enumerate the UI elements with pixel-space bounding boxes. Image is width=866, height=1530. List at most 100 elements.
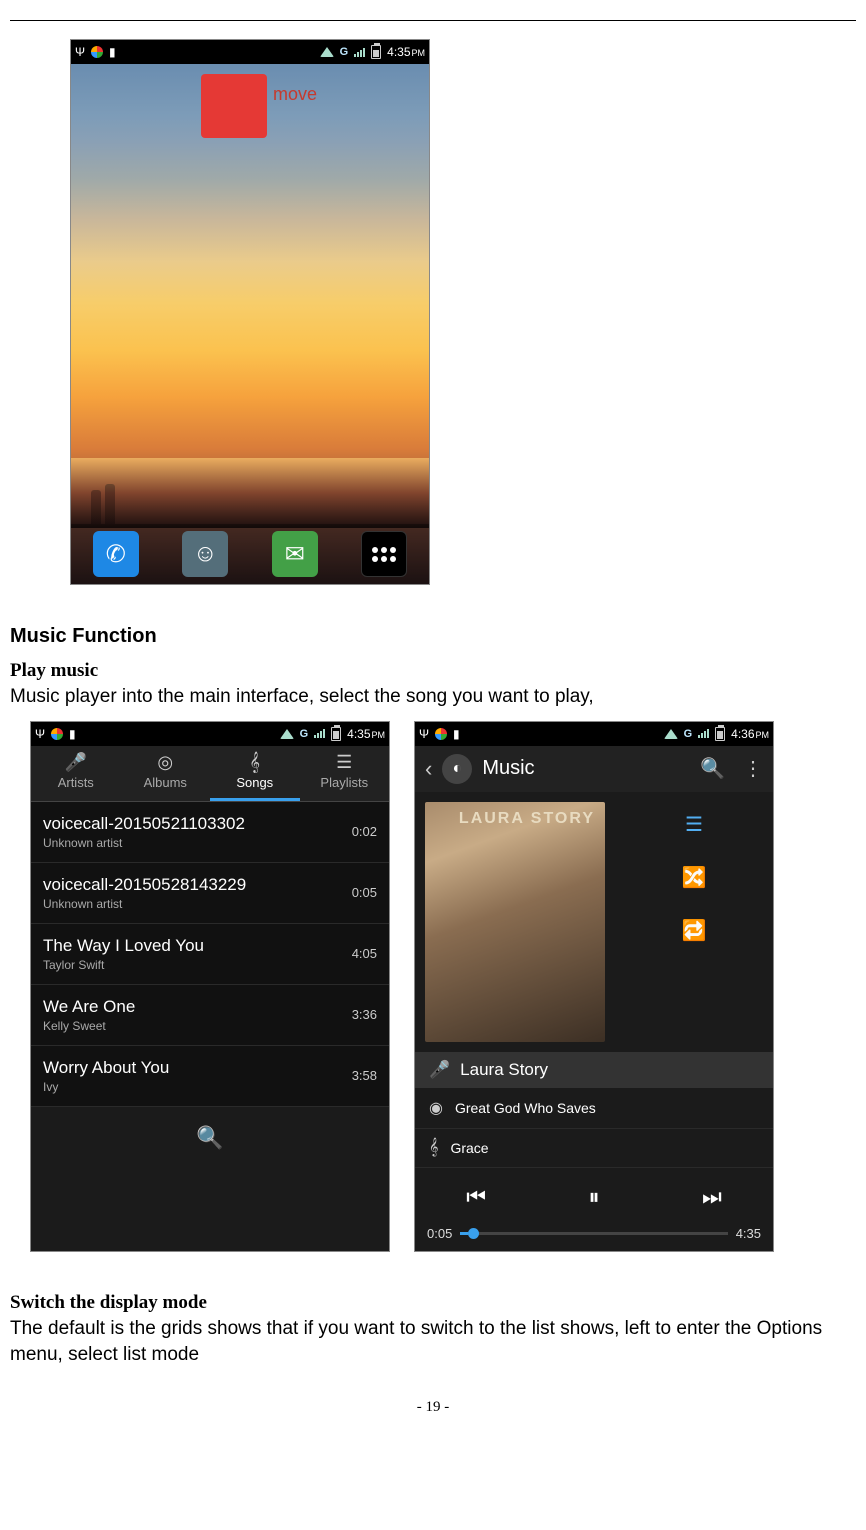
dock-contacts-icon[interactable]: ☺ bbox=[182, 531, 228, 577]
song-artist: Unknown artist bbox=[43, 836, 245, 850]
tab-albums[interactable]: ◎Albums bbox=[121, 746, 211, 801]
status-bar: Ψ ▮ G 4:35PM bbox=[31, 722, 389, 746]
shuffle-icon[interactable]: 🔀 bbox=[682, 865, 707, 890]
page-number: - 19 - bbox=[10, 1399, 856, 1416]
list-item[interactable]: ◉ Great God Who Saves bbox=[415, 1088, 773, 1129]
heading-music-function: Music Function bbox=[10, 625, 856, 648]
song-title: The Way I Loved You bbox=[43, 936, 204, 956]
elapsed-time: 0:05 bbox=[427, 1226, 452, 1241]
album-art[interactable]: LAURA STORY bbox=[425, 802, 605, 1042]
dock-apps-icon[interactable] bbox=[361, 531, 407, 577]
music-nowplaying-screenshot: Ψ ▮ G 4:36PM ‹ ◐ Music 🔍 ⋮ bbox=[414, 721, 774, 1252]
song-list[interactable]: voicecall-20150521103302Unknown artist 0… bbox=[31, 802, 389, 1107]
back-icon[interactable]: ‹ bbox=[425, 756, 432, 782]
battery-icon bbox=[331, 727, 341, 741]
overflow-icon[interactable]: ⋮ bbox=[743, 756, 763, 781]
pause-icon[interactable]: ⏸ bbox=[588, 1184, 599, 1210]
network-type: G bbox=[684, 728, 693, 740]
next-icon[interactable]: ⏭ bbox=[702, 1184, 722, 1210]
song-title: voicecall-20150528143229 bbox=[43, 875, 246, 895]
music-tabs: 🎤Artists ◎Albums 𝄞Songs ☰Playlists bbox=[31, 746, 389, 802]
queue-icon[interactable]: ☰ bbox=[685, 812, 703, 837]
home-screenshot: Ψ ▮ G 4:35PM move ✆ ☺ ✉ bbox=[70, 39, 430, 585]
song-row[interactable]: Worry About You Ivy 3:58 bbox=[31, 1046, 389, 1107]
status-bar: Ψ ▮ G 4:35PM bbox=[71, 40, 429, 64]
repeat-icon[interactable]: 🔁 bbox=[682, 918, 707, 943]
network-type: G bbox=[300, 728, 309, 740]
heading-switch-mode: Switch the display mode bbox=[10, 1292, 856, 1314]
song-row[interactable]: voicecall-20150521103302Unknown artist 0… bbox=[31, 802, 389, 863]
usb-icon: Ψ bbox=[75, 45, 85, 59]
list-item[interactable]: 𝄞 Grace bbox=[415, 1129, 773, 1168]
song-duration: 4:05 bbox=[352, 946, 377, 961]
tab-playlists[interactable]: ☰Playlists bbox=[300, 746, 390, 801]
artist-name: Laura Story bbox=[460, 1060, 548, 1080]
wallpaper-water bbox=[71, 458, 429, 528]
wifi-icon bbox=[320, 47, 334, 57]
signal-icon bbox=[698, 729, 709, 738]
dock: ✆ ☺ ✉ bbox=[71, 524, 429, 584]
sync-icon bbox=[51, 728, 63, 740]
song-row[interactable]: We Are One Kelly Sweet 3:36 bbox=[31, 985, 389, 1046]
song-title: Worry About You bbox=[43, 1058, 169, 1078]
now-playing-header: ‹ ◐ Music 🔍 ⋮ bbox=[415, 746, 773, 792]
clock: 4:35PM bbox=[347, 727, 385, 741]
dragged-app-tile[interactable] bbox=[201, 74, 267, 138]
seek-thumb[interactable] bbox=[468, 1228, 479, 1239]
search-icon[interactable]: 🔍 bbox=[196, 1125, 223, 1151]
disc-icon: ◉ bbox=[429, 1098, 443, 1118]
heading-play-music: Play music bbox=[10, 660, 856, 682]
sync-icon bbox=[435, 728, 447, 740]
tab-artists[interactable]: 🎤Artists bbox=[31, 746, 121, 801]
wifi-icon bbox=[664, 729, 678, 739]
dock-messaging-icon[interactable]: ✉ bbox=[272, 531, 318, 577]
total-time: 4:35 bbox=[736, 1226, 761, 1241]
wifi-icon bbox=[280, 729, 294, 739]
bottom-bar: 🔍 bbox=[31, 1107, 389, 1169]
search-icon[interactable]: 🔍 bbox=[700, 756, 725, 781]
clef-icon: 𝄞 bbox=[429, 1139, 438, 1157]
song-duration: 0:05 bbox=[352, 885, 377, 900]
song-artist: Unknown artist bbox=[43, 897, 246, 911]
song-row[interactable]: voicecall-20150528143229 Unknown artist 0… bbox=[31, 863, 389, 924]
switch-mode-body: The default is the grids shows that if y… bbox=[10, 1316, 856, 1369]
album-art-text: LAURA STORY bbox=[459, 810, 595, 828]
song-artist: Ivy bbox=[43, 1080, 169, 1094]
song-title: We Are One bbox=[43, 997, 135, 1017]
music-songlist-screenshot: Ψ ▮ G 4:35PM 🎤Artists ◎Albums 𝄞Songs ☰Pl… bbox=[30, 721, 390, 1252]
album-area: LAURA STORY ☰ 🔀 🔁 bbox=[415, 792, 773, 1052]
card-icon: ▮ bbox=[453, 727, 460, 741]
header-title: Music bbox=[482, 757, 534, 780]
song-artist: Taylor Swift bbox=[43, 958, 204, 972]
microphone-icon: 🎤 bbox=[429, 1060, 450, 1080]
signal-icon bbox=[314, 729, 325, 738]
song-row[interactable]: The Way I Loved You Taylor Swift 4:05 bbox=[31, 924, 389, 985]
battery-icon bbox=[715, 727, 725, 741]
app-icon: ◐ bbox=[442, 754, 472, 784]
dock-phone-icon[interactable]: ✆ bbox=[93, 531, 139, 577]
artist-row[interactable]: 🎤 Laura Story bbox=[415, 1052, 773, 1088]
battery-icon bbox=[371, 45, 381, 59]
play-music-body: Music player into the main interface, se… bbox=[10, 684, 856, 711]
clock: 4:36PM bbox=[731, 727, 769, 741]
drag-label: move bbox=[273, 84, 317, 105]
usb-icon: Ψ bbox=[419, 727, 429, 741]
page-top-rule bbox=[10, 20, 856, 21]
sync-icon bbox=[91, 46, 103, 58]
clef-icon: 𝄞 bbox=[210, 752, 300, 773]
prev-icon[interactable]: ⏮ bbox=[466, 1184, 486, 1210]
seek-track[interactable] bbox=[460, 1232, 727, 1235]
song-duration: 0:02 bbox=[352, 824, 377, 839]
song-duration: 3:36 bbox=[352, 1007, 377, 1022]
song-artist: Kelly Sweet bbox=[43, 1019, 135, 1033]
usb-icon: Ψ bbox=[35, 727, 45, 741]
clock: 4:35PM bbox=[387, 45, 425, 59]
network-type: G bbox=[340, 46, 349, 58]
song-duration: 3:58 bbox=[352, 1068, 377, 1083]
tab-songs[interactable]: 𝄞Songs bbox=[210, 746, 300, 801]
wallpaper: move ✆ ☺ ✉ bbox=[71, 64, 429, 584]
progress-bar[interactable]: 0:05 4:35 bbox=[415, 1226, 773, 1251]
transport-controls: ⏮ ⏸ ⏭ bbox=[415, 1168, 773, 1226]
status-bar: Ψ ▮ G 4:36PM bbox=[415, 722, 773, 746]
card-icon: ▮ bbox=[109, 45, 116, 59]
